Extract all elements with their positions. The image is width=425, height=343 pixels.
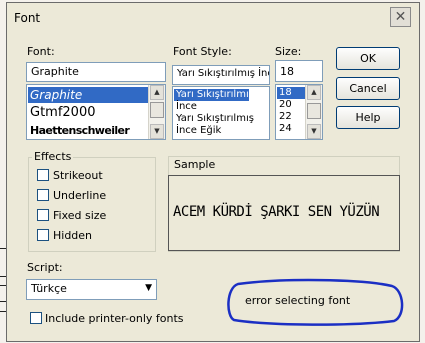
title-bar[interactable]: Font ✕ — [7, 3, 419, 33]
hidden-label: Hidden — [53, 229, 93, 242]
scroll-thumb[interactable] — [150, 102, 164, 118]
help-button[interactable]: Help — [336, 106, 400, 129]
font-label: Font: — [27, 45, 55, 58]
effects-label: Effects — [32, 150, 74, 163]
strikeout-checkbox[interactable] — [37, 169, 49, 181]
script-value: Türkçe — [31, 282, 67, 295]
dialog-title: Font — [14, 11, 41, 25]
list-item[interactable]: Gtmf2000 — [28, 105, 96, 121]
printer-only-checkbox[interactable] — [30, 312, 42, 324]
fixed-size-label: Fixed size — [53, 209, 107, 222]
list-item[interactable]: Haettenschweiler — [28, 124, 130, 138]
font-style-list[interactable]: Yarı Sıkıştırılmış İnce Yarı Sıkıştırılm… — [172, 86, 270, 140]
size-list[interactable]: 18 20 22 24 ▲ ▼ — [275, 84, 323, 140]
list-item[interactable]: Yarı Sıkıştırılmış — [174, 113, 254, 125]
size-label: Size: — [275, 45, 302, 58]
list-item[interactable]: 24 — [277, 123, 292, 135]
chevron-down-icon[interactable]: ▼ — [145, 283, 152, 293]
list-item[interactable]: 18 — [277, 87, 305, 99]
list-item[interactable]: İnce — [174, 101, 197, 113]
font-list[interactable]: Graphite Gtmf2000 Haettenschweiler ▲ ▼ — [26, 84, 166, 140]
strikeout-label: Strikeout — [53, 169, 103, 182]
annotation-text: error selecting font — [245, 294, 351, 307]
scroll-down-arrow-icon[interactable]: ▼ — [307, 124, 321, 139]
underline-label: Underline — [53, 189, 107, 202]
script-select[interactable]: Türkçe ▼ — [26, 279, 157, 300]
script-label: Script: — [27, 261, 63, 274]
sample-preview: ACEM KÜRDİ ŞARKI SEN YÜZÜN — [168, 175, 400, 251]
sample-text: ACEM KÜRDİ ŞARKI SEN YÜZÜN — [173, 204, 380, 220]
scroll-thumb[interactable] — [307, 103, 321, 119]
list-item[interactable]: Graphite — [28, 87, 148, 103]
list-item[interactable]: Yarı Sıkıştırılmış — [174, 89, 254, 101]
scroll-down-arrow-icon[interactable]: ▼ — [150, 124, 164, 139]
ok-button[interactable]: OK — [336, 47, 400, 70]
list-item[interactable]: 20 — [277, 99, 292, 111]
close-button[interactable]: ✕ — [390, 7, 411, 27]
cancel-button[interactable]: Cancel — [336, 77, 400, 100]
font-name-input[interactable]: Graphite — [26, 62, 166, 82]
scroll-up-arrow-icon[interactable]: ▲ — [307, 85, 321, 100]
sample-label: Sample — [174, 158, 216, 171]
font-style-input[interactable]: Yarı Sıkıştırılmış İnc — [172, 65, 270, 85]
size-list-scrollbar[interactable]: ▲ ▼ — [305, 85, 322, 139]
scroll-up-arrow-icon[interactable]: ▲ — [150, 85, 164, 100]
list-item[interactable]: 22 — [277, 111, 292, 123]
printer-only-label: Include printer-only fonts — [45, 312, 184, 325]
font-style-label: Font Style: — [173, 45, 232, 58]
font-list-scrollbar[interactable]: ▲ ▼ — [148, 85, 165, 139]
font-dialog: Font ✕ Font: Graphite Graphite Gtmf2000 … — [6, 2, 420, 342]
close-icon: ✕ — [394, 9, 407, 25]
hidden-checkbox[interactable] — [37, 229, 49, 241]
size-input[interactable]: 18 — [275, 60, 323, 82]
underline-checkbox[interactable] — [37, 189, 49, 201]
fixed-size-checkbox[interactable] — [37, 209, 49, 221]
list-item[interactable]: İnce Eğik — [174, 125, 221, 137]
